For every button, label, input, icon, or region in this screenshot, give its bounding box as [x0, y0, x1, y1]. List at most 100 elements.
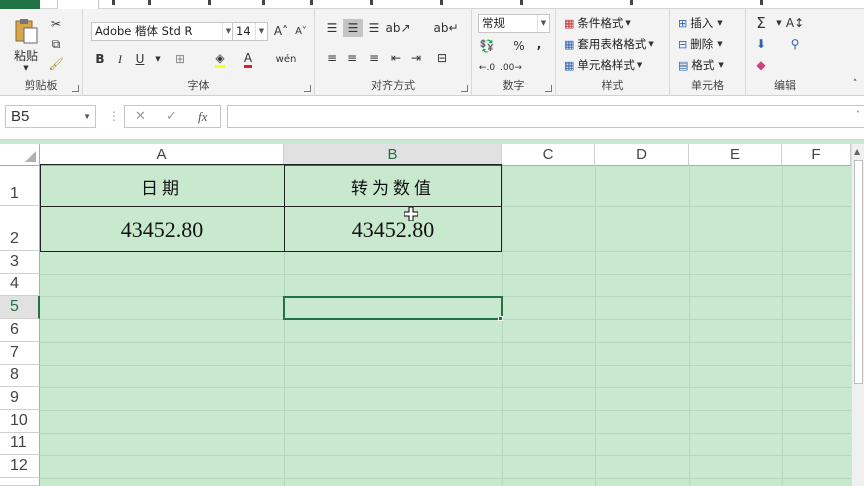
scroll-up-icon[interactable]: ▲	[854, 147, 860, 156]
column-header-e[interactable]: E	[689, 144, 782, 166]
align-middle-button[interactable]: ☰	[343, 19, 363, 37]
fill-handle[interactable]	[498, 316, 503, 321]
tab-addins[interactable]	[520, 0, 523, 5]
worksheet-grid[interactable]: A B C D E F 1 2 3 4 5 6 7 8 9 10 11 12 1…	[0, 140, 864, 486]
row-header-1[interactable]: 1	[0, 166, 40, 206]
delete-cells-button[interactable]: ⊟ 删除 ▼	[678, 35, 723, 53]
tab-view[interactable]	[370, 0, 373, 5]
tab-review[interactable]	[310, 0, 313, 5]
merge-center-button[interactable]: ⊟	[433, 49, 451, 67]
format-cells-button[interactable]: ▤ 格式 ▼	[678, 56, 724, 74]
column-header-d[interactable]: D	[595, 144, 689, 166]
insert-cells-button[interactable]: ⊞ 插入 ▼	[678, 14, 723, 32]
row-header-4[interactable]: 4	[0, 274, 40, 296]
align-right-icon: ≡	[368, 51, 380, 65]
clear-button[interactable]: ◆	[752, 56, 770, 74]
format-painter-button[interactable]: 🖌	[47, 55, 65, 73]
sort-filter-button[interactable]: A↕	[786, 14, 804, 32]
font-launcher-icon[interactable]	[304, 85, 311, 92]
copy-button[interactable]: ⧉	[47, 35, 65, 53]
row-header-9[interactable]: 9	[0, 387, 40, 410]
select-all-button[interactable]	[0, 144, 40, 166]
decrease-font-button[interactable]: A˅	[292, 22, 310, 40]
italic-button[interactable]: I	[111, 50, 129, 68]
alignment-launcher-icon[interactable]	[461, 85, 468, 92]
decrease-decimal-button[interactable]: .00→	[500, 59, 522, 77]
increase-decimal-button[interactable]: ←.0	[478, 59, 496, 77]
percent-button[interactable]: %	[510, 37, 528, 55]
fill-color-button[interactable]: ◈	[211, 50, 229, 68]
increase-font-button[interactable]: A˄	[272, 22, 290, 40]
insert-function-icon[interactable]: fx	[198, 109, 207, 125]
column-header-f[interactable]: F	[782, 144, 851, 166]
align-center-button[interactable]: ≡	[343, 49, 361, 67]
number-launcher-icon[interactable]	[545, 85, 552, 92]
align-left-button[interactable]: ≡	[323, 49, 341, 67]
comma-style-button[interactable]: ,	[530, 35, 548, 53]
align-right-button[interactable]: ≡	[365, 49, 383, 67]
font-color-button[interactable]: A	[239, 50, 257, 68]
row-header-11[interactable]: 11	[0, 433, 40, 455]
resize-handle-icon[interactable]: ⋮	[108, 109, 120, 123]
row-header-8[interactable]: 8	[0, 365, 40, 387]
column-header-b[interactable]: B	[284, 144, 502, 166]
cell-b1[interactable]: 转为数值	[284, 166, 502, 206]
number-format-dropdown[interactable]: 常规 ▼	[478, 14, 550, 33]
column-header-a[interactable]: A	[40, 144, 284, 166]
formula-input[interactable]: ˅	[227, 105, 864, 128]
column-header-c[interactable]: C	[502, 144, 595, 166]
decrease-indent-button[interactable]: ⇤	[387, 49, 405, 67]
autosum-button[interactable]: Σ	[752, 14, 770, 32]
phonetic-button[interactable]: wén	[276, 50, 297, 68]
active-cell-b5[interactable]	[283, 296, 503, 320]
tab-file[interactable]	[0, 0, 40, 9]
tell-me-search[interactable]	[760, 0, 763, 5]
find-select-button[interactable]: ⚲	[786, 35, 804, 53]
cancel-icon[interactable]: ✕	[135, 109, 146, 124]
tab-formulas[interactable]	[208, 0, 211, 5]
row-header-2[interactable]: 2	[0, 206, 40, 251]
row-header-5[interactable]: 5	[0, 296, 40, 319]
orientation-button[interactable]: ab↗	[385, 19, 410, 37]
align-top-button[interactable]: ☰	[323, 19, 341, 37]
collapse-ribbon-button[interactable]: ˄	[846, 75, 864, 93]
cut-button[interactable]: ✂	[47, 15, 65, 33]
tab-data[interactable]	[262, 0, 265, 5]
cell-styles-button[interactable]: ▦ 单元格样式 ▼	[564, 56, 642, 74]
conditional-formatting-button[interactable]: ▦ 条件格式 ▼	[564, 14, 631, 32]
vertical-scrollbar[interactable]: ▲	[851, 144, 864, 486]
tab-developer[interactable]	[440, 0, 443, 5]
row-header-6[interactable]: 6	[0, 319, 40, 342]
align-bottom-button[interactable]: ☰	[365, 19, 383, 37]
editing-group: Σ ▼ A↕ ⬇ ⚲ ◆ 编辑 ˄	[746, 9, 864, 96]
font-size-dropdown[interactable]: 14 ▼	[232, 22, 268, 41]
wrap-text-button[interactable]: ab↵	[433, 19, 458, 37]
tab-help[interactable]	[630, 0, 633, 5]
cell-a2[interactable]: 43452.80	[40, 208, 284, 251]
row-header-7[interactable]: 7	[0, 342, 40, 365]
row-header-10[interactable]: 10	[0, 410, 40, 433]
row-header-13[interactable]: 13	[0, 478, 40, 486]
font-name-dropdown[interactable]: Adobe 楷体 Std R ▼	[91, 22, 235, 41]
paste-button[interactable]: 粘贴 ▼	[8, 15, 44, 73]
bold-button[interactable]: B	[91, 50, 109, 68]
tab-page-layout[interactable]	[148, 0, 151, 5]
enter-icon[interactable]: ✓	[166, 109, 177, 124]
scrollbar-thumb[interactable]	[854, 160, 863, 384]
underline-button[interactable]: U	[131, 50, 149, 68]
row-header-12[interactable]: 12	[0, 455, 40, 478]
underline-dropdown[interactable]: ▼	[149, 50, 167, 68]
name-box[interactable]: B5 ▼	[5, 105, 96, 128]
clipboard-launcher-icon[interactable]	[72, 85, 79, 92]
borders-button[interactable]: ⊞	[171, 50, 189, 68]
row-header-3[interactable]: 3	[0, 251, 40, 274]
cell-a1[interactable]: 日期	[40, 166, 284, 206]
format-as-table-button[interactable]: ▦ 套用表格格式 ▼	[564, 35, 654, 53]
tab-insert[interactable]	[112, 0, 115, 5]
increase-indent-button[interactable]: ⇥	[407, 49, 425, 67]
cell-b2[interactable]: 43452.80	[284, 208, 502, 251]
chevron-down-icon[interactable]: ˅	[856, 110, 860, 119]
fill-button[interactable]: ⬇	[752, 35, 770, 53]
accounting-format-button[interactable]: 💱	[478, 37, 496, 55]
tab-home[interactable]	[57, 0, 99, 9]
